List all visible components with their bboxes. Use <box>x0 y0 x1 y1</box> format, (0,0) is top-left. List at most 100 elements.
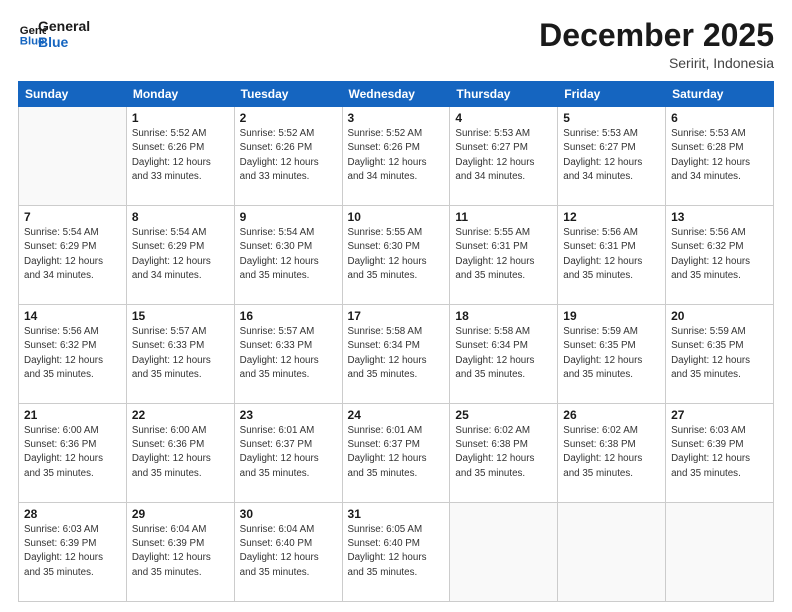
day-number: 9 <box>240 210 337 224</box>
calendar-cell: 1 Sunrise: 5:52 AMSunset: 6:26 PMDaylight… <box>126 107 234 206</box>
header: General Blue General Blue December 2025 … <box>18 18 774 71</box>
day-number: 20 <box>671 309 768 323</box>
calendar-cell: 20 Sunrise: 5:59 AMSunset: 6:35 PMDayligh… <box>666 305 774 404</box>
day-number: 17 <box>348 309 445 323</box>
day-info: Sunrise: 6:00 AMSunset: 6:36 PMDaylight:… <box>24 424 121 481</box>
day-info: Sunrise: 6:02 AMSunset: 6:38 PMDaylight:… <box>563 424 660 481</box>
day-info: Sunrise: 5:56 AMSunset: 6:32 PMDaylight:… <box>671 226 768 283</box>
location: Seririt, Indonesia <box>539 55 774 71</box>
day-info: Sunrise: 5:58 AMSunset: 6:34 PMDaylight:… <box>348 325 445 382</box>
day-info: Sunrise: 5:54 AMSunset: 6:30 PMDaylight:… <box>240 226 337 283</box>
day-info: Sunrise: 5:52 AMSunset: 6:26 PMDaylight:… <box>348 127 445 184</box>
calendar-cell: 30Sunrise: 6:04 AMSunset: 6:40 PMDayligh… <box>234 503 342 602</box>
day-number: 12 <box>563 210 660 224</box>
calendar-page: General Blue General Blue December 2025 … <box>0 0 792 612</box>
day-info: Sunrise: 6:03 AMSunset: 6:39 PMDaylight:… <box>671 424 768 481</box>
day-info: Sunrise: 6:03 AMSunset: 6:39 PMDaylight:… <box>24 523 121 580</box>
day-number: 6 <box>671 111 768 125</box>
header-saturday: Saturday <box>666 82 774 107</box>
calendar-cell: 29Sunrise: 6:04 AMSunset: 6:39 PMDayligh… <box>126 503 234 602</box>
calendar-cell: 3 Sunrise: 5:52 AMSunset: 6:26 PMDaylight… <box>342 107 450 206</box>
calendar-cell: 11Sunrise: 5:55 AMSunset: 6:31 PMDayligh… <box>450 206 558 305</box>
day-number: 23 <box>240 408 337 422</box>
calendar-cell: 28 Sunrise: 6:03 AMSunset: 6:39 PMDayligh… <box>19 503 127 602</box>
calendar-cell: 2Sunrise: 5:52 AMSunset: 6:26 PMDaylight… <box>234 107 342 206</box>
day-number: 27 <box>671 408 768 422</box>
calendar-cell: 27 Sunrise: 6:03 AMSunset: 6:39 PMDayligh… <box>666 404 774 503</box>
calendar-cell: 24 Sunrise: 6:01 AMSunset: 6:37 PMDayligh… <box>342 404 450 503</box>
calendar-cell: 17 Sunrise: 5:58 AMSunset: 6:34 PMDayligh… <box>342 305 450 404</box>
day-info: Sunrise: 6:05 AMSunset: 6:40 PMDaylight:… <box>348 523 445 580</box>
calendar-cell <box>450 503 558 602</box>
calendar-cell: 5 Sunrise: 5:53 AMSunset: 6:27 PMDaylight… <box>558 107 666 206</box>
calendar-cell: 25 Sunrise: 6:02 AMSunset: 6:38 PMDayligh… <box>450 404 558 503</box>
day-number: 24 <box>348 408 445 422</box>
day-number: 25 <box>455 408 552 422</box>
header-friday: Friday <box>558 82 666 107</box>
day-info: Sunrise: 5:53 AMSunset: 6:27 PMDaylight:… <box>455 127 552 184</box>
logo-line2: Blue <box>38 34 90 50</box>
day-number: 22 <box>132 408 229 422</box>
day-number: 28 <box>24 507 121 521</box>
header-sunday: Sunday <box>19 82 127 107</box>
calendar-cell: 7 Sunrise: 5:54 AMSunset: 6:29 PMDaylight… <box>19 206 127 305</box>
calendar-cell: 21 Sunrise: 6:00 AMSunset: 6:36 PMDayligh… <box>19 404 127 503</box>
calendar-week-row: 28 Sunrise: 6:03 AMSunset: 6:39 PMDayligh… <box>19 503 774 602</box>
day-info: Sunrise: 5:57 AMSunset: 6:33 PMDaylight:… <box>240 325 337 382</box>
day-info: Sunrise: 5:52 AMSunset: 6:26 PMDaylight:… <box>132 127 229 184</box>
logo-line1: General <box>38 18 90 34</box>
day-number: 13 <box>671 210 768 224</box>
day-number: 4 <box>455 111 552 125</box>
calendar-cell: 10Sunrise: 5:55 AMSunset: 6:30 PMDayligh… <box>342 206 450 305</box>
calendar-cell: 6 Sunrise: 5:53 AMSunset: 6:28 PMDaylight… <box>666 107 774 206</box>
day-info: Sunrise: 5:54 AMSunset: 6:29 PMDaylight:… <box>24 226 121 283</box>
calendar-cell: 9 Sunrise: 5:54 AMSunset: 6:30 PMDaylight… <box>234 206 342 305</box>
day-number: 2 <box>240 111 337 125</box>
calendar-cell: 13 Sunrise: 5:56 AMSunset: 6:32 PMDayligh… <box>666 206 774 305</box>
day-info: Sunrise: 6:04 AMSunset: 6:39 PMDaylight:… <box>132 523 229 580</box>
day-number: 8 <box>132 210 229 224</box>
day-info: Sunrise: 6:04 AMSunset: 6:40 PMDaylight:… <box>240 523 337 580</box>
day-number: 31 <box>348 507 445 521</box>
day-info: Sunrise: 5:56 AMSunset: 6:32 PMDaylight:… <box>24 325 121 382</box>
calendar-cell <box>558 503 666 602</box>
calendar-cell <box>666 503 774 602</box>
day-number: 26 <box>563 408 660 422</box>
calendar-week-row: 7 Sunrise: 5:54 AMSunset: 6:29 PMDaylight… <box>19 206 774 305</box>
calendar-week-row: 21 Sunrise: 6:00 AMSunset: 6:36 PMDayligh… <box>19 404 774 503</box>
day-info: Sunrise: 5:53 AMSunset: 6:28 PMDaylight:… <box>671 127 768 184</box>
day-info: Sunrise: 5:53 AMSunset: 6:27 PMDaylight:… <box>563 127 660 184</box>
day-number: 18 <box>455 309 552 323</box>
header-thursday: Thursday <box>450 82 558 107</box>
day-number: 16 <box>240 309 337 323</box>
calendar-week-row: 14 Sunrise: 5:56 AMSunset: 6:32 PMDayligh… <box>19 305 774 404</box>
calendar-cell: 14 Sunrise: 5:56 AMSunset: 6:32 PMDayligh… <box>19 305 127 404</box>
day-number: 7 <box>24 210 121 224</box>
month-title: December 2025 <box>539 18 774 53</box>
title-block: December 2025 Seririt, Indonesia <box>539 18 774 71</box>
day-number: 14 <box>24 309 121 323</box>
calendar-cell: 18Sunrise: 5:58 AMSunset: 6:34 PMDayligh… <box>450 305 558 404</box>
day-number: 21 <box>24 408 121 422</box>
calendar-cell <box>19 107 127 206</box>
weekday-header-row: Sunday Monday Tuesday Wednesday Thursday… <box>19 82 774 107</box>
day-info: Sunrise: 5:54 AMSunset: 6:29 PMDaylight:… <box>132 226 229 283</box>
calendar-cell: 23Sunrise: 6:01 AMSunset: 6:37 PMDayligh… <box>234 404 342 503</box>
calendar-cell: 12 Sunrise: 5:56 AMSunset: 6:31 PMDayligh… <box>558 206 666 305</box>
day-info: Sunrise: 5:56 AMSunset: 6:31 PMDaylight:… <box>563 226 660 283</box>
header-wednesday: Wednesday <box>342 82 450 107</box>
day-number: 5 <box>563 111 660 125</box>
day-info: Sunrise: 5:59 AMSunset: 6:35 PMDaylight:… <box>563 325 660 382</box>
day-number: 3 <box>348 111 445 125</box>
calendar-cell: 16 Sunrise: 5:57 AMSunset: 6:33 PMDayligh… <box>234 305 342 404</box>
day-number: 11 <box>455 210 552 224</box>
day-info: Sunrise: 6:02 AMSunset: 6:38 PMDaylight:… <box>455 424 552 481</box>
day-number: 15 <box>132 309 229 323</box>
day-number: 1 <box>132 111 229 125</box>
day-info: Sunrise: 6:01 AMSunset: 6:37 PMDaylight:… <box>348 424 445 481</box>
logo: General Blue General Blue <box>18 18 90 50</box>
calendar-cell: 22Sunrise: 6:00 AMSunset: 6:36 PMDayligh… <box>126 404 234 503</box>
day-info: Sunrise: 5:59 AMSunset: 6:35 PMDaylight:… <box>671 325 768 382</box>
calendar-cell: 19Sunrise: 5:59 AMSunset: 6:35 PMDayligh… <box>558 305 666 404</box>
calendar-cell: 8 Sunrise: 5:54 AMSunset: 6:29 PMDaylight… <box>126 206 234 305</box>
